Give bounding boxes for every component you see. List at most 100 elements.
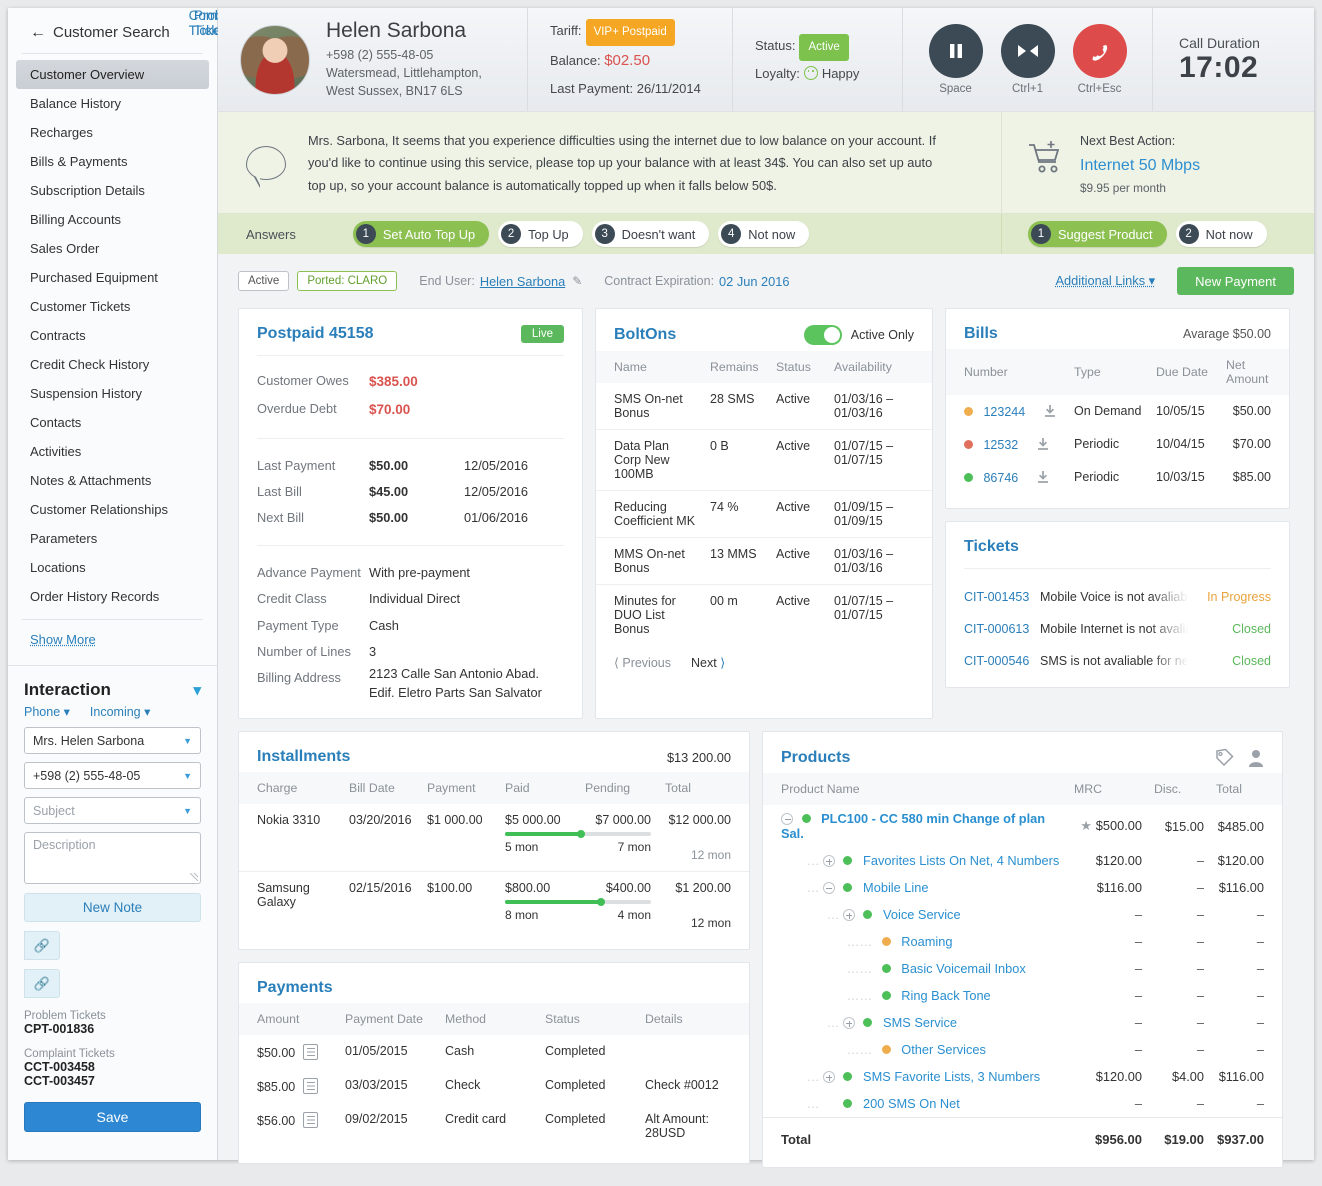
bill-number[interactable]: 12532 (983, 438, 1018, 452)
product-name[interactable]: PLC100 - CC 580 min Change of plan Sal. (781, 811, 1045, 841)
sidebar-item-parameters[interactable]: Parameters (16, 524, 209, 553)
sidebar-item-suspension-history[interactable]: Suspension History (16, 379, 209, 408)
answer-chip-top-up[interactable]: 2 Top Up (498, 221, 583, 248)
ticket-row[interactable]: CIT-000613 Mobile Internet is not avalia… (964, 613, 1271, 645)
download-icon[interactable] (1043, 404, 1057, 418)
bill-number[interactable]: 86746 (983, 471, 1018, 485)
sidebar-item-billing-accounts[interactable]: Billing Accounts (16, 205, 209, 234)
sidebar-item-contacts[interactable]: Contacts (16, 408, 209, 437)
interaction-direction-select[interactable]: Incoming ▾ (90, 704, 150, 719)
expand-toggle[interactable] (842, 909, 855, 922)
show-more-link[interactable]: Show More (8, 620, 118, 661)
ticket-id[interactable]: CIT-000546 (964, 654, 1040, 668)
sidebar-item-credit-check-history[interactable]: Credit Check History (16, 350, 209, 379)
pause-call-button[interactable]: Space (928, 24, 983, 95)
sidebar-item-recharges[interactable]: Recharges (16, 118, 209, 147)
new-note-button[interactable]: New Note (24, 893, 201, 922)
product-name[interactable]: Other Services (901, 1042, 986, 1057)
sidebar-item-purchased-equipment[interactable]: Purchased Equipment (16, 263, 209, 292)
chevron-down-icon: ▼ (183, 805, 192, 816)
col-payment-date: Payment Date (339, 1003, 439, 1036)
ticket-id[interactable]: CIT-001453 (964, 590, 1040, 604)
ticket-row[interactable]: CIT-001453 Mobile Voice is not avaliable… (964, 581, 1271, 613)
product-name[interactable]: Basic Voicemail Inbox (901, 961, 1025, 976)
product-name[interactable]: SMS Service (883, 1015, 957, 1030)
sidebar-item-locations[interactable]: Locations (16, 553, 209, 582)
pencil-icon[interactable]: ✎ (572, 274, 582, 288)
additional-links-dropdown[interactable]: Additional Links ▾ (1055, 273, 1155, 289)
problem-ticket-link-icon[interactable]: 🔗 (24, 931, 60, 960)
bill-number[interactable]: 123244 (983, 405, 1025, 419)
sidebar-item-activities[interactable]: Activities (16, 437, 209, 466)
transfer-call-button[interactable]: Ctrl+1 (1000, 24, 1055, 95)
next-page-button[interactable]: Next ⟩ (691, 655, 725, 670)
table-row: Nokia 3310 03/20/2016 $1 000.00 $5 000.0… (239, 804, 749, 872)
answer-chip-doesnt-want[interactable]: 3 Doesn't want (591, 221, 710, 248)
chevron-down-icon[interactable]: ▾ (193, 681, 201, 699)
status-dot (964, 407, 973, 417)
new-payment-button[interactable]: New Payment (1177, 267, 1294, 296)
nba-product-link[interactable]: Internet 50 Mbps (1080, 157, 1200, 175)
expand-toggle[interactable] (822, 1071, 835, 1084)
problem-ticket-id[interactable]: CPT-001836 (24, 1022, 201, 1036)
postpaid-title[interactable]: Postpaid 45158 (257, 325, 374, 343)
bolton-name[interactable]: Reducing Coefficient MK (596, 490, 704, 538)
save-button[interactable]: Save (24, 1102, 201, 1132)
complaint-ticket-id[interactable]: CCT-003458 (24, 1060, 201, 1074)
bolton-name[interactable]: MMS On-net Bonus (596, 537, 704, 585)
receipt-icon[interactable] (303, 1044, 319, 1061)
product-name[interactable]: Mobile Line (863, 880, 928, 895)
interaction-description-input[interactable]: Description (24, 832, 201, 884)
person-icon[interactable] (1248, 749, 1264, 767)
answer-label: Suggest Product (1058, 226, 1153, 242)
answer-chip-not-now[interactable]: 4 Not now (718, 221, 810, 248)
sidebar-item-order-history-records[interactable]: Order History Records (16, 582, 209, 611)
bolton-name[interactable]: Data Plan Corp New 100MB (596, 429, 704, 491)
answer-chip-nba-not-now[interactable]: 2 Not now (1175, 221, 1267, 248)
sidebar-item-contracts[interactable]: Contracts (16, 321, 209, 350)
sidebar-item-subscription-details[interactable]: Subscription Details (16, 176, 209, 205)
collapse-toggle[interactable] (822, 882, 835, 895)
answer-chip-suggest-product[interactable]: 1 Suggest Product (1028, 221, 1167, 248)
download-icon[interactable] (1036, 470, 1050, 484)
end-user-link[interactable]: Helen Sarbona (480, 274, 565, 289)
previous-page-button[interactable]: ⟨ Previous (614, 655, 671, 670)
sidebar-item-customer-relationships[interactable]: Customer Relationships (16, 495, 209, 524)
bolton-name[interactable]: Minutes for DUO List Bonus (596, 584, 704, 646)
sidebar-item-customer-overview[interactable]: Customer Overview (16, 60, 209, 89)
product-name[interactable]: Roaming (901, 934, 952, 949)
product-name[interactable]: 200 SMS On Net (863, 1096, 960, 1111)
expand-toggle[interactable] (842, 1017, 855, 1030)
bolton-name[interactable]: SMS On-net Bonus (596, 383, 704, 430)
product-total: $120.00 (1217, 853, 1264, 869)
active-only-toggle[interactable] (803, 325, 842, 346)
ticket-id[interactable]: CIT-000613 (964, 622, 1040, 636)
interaction-channel-select[interactable]: Phone ▾ (24, 704, 70, 719)
ticket-row[interactable]: CIT-000546 SMS is not avaliable for next… (964, 645, 1271, 677)
product-name[interactable]: Favorites Lists On Net, 4 Numbers (863, 853, 1059, 868)
expand-toggle[interactable] (822, 855, 835, 868)
product-disc: – (1196, 853, 1204, 869)
product-name[interactable]: Voice Service (883, 907, 961, 922)
interaction-subject-select[interactable]: Subject ▼ (24, 797, 201, 824)
hangup-call-button[interactable]: Ctrl+Esc (1072, 24, 1127, 95)
product-name[interactable]: Ring Back Tone (901, 988, 990, 1003)
sidebar-item-sales-order[interactable]: Sales Order (16, 234, 209, 263)
receipt-icon[interactable] (303, 1078, 319, 1095)
interaction-phone-select[interactable]: +598 (2) 555-48-05 ▼ (24, 762, 201, 789)
receipt-icon[interactable] (303, 1112, 319, 1129)
sidebar-item-notes-attachments[interactable]: Notes & Attachments (16, 466, 209, 495)
sidebar-item-balance-history[interactable]: Balance History (16, 89, 209, 118)
answer-chip-set-auto-top-up[interactable]: 1 Set Auto Top Up (352, 221, 490, 248)
back-to-customer-search[interactable]: ← Customer Search (8, 8, 217, 53)
detail-value: Individual Direct (369, 591, 461, 607)
sidebar-item-customer-tickets[interactable]: Customer Tickets (16, 292, 209, 321)
product-name[interactable]: SMS Favorite Lists, 3 Numbers (863, 1069, 1040, 1084)
collapse-toggle[interactable] (781, 813, 793, 826)
tag-icon[interactable] (1215, 748, 1234, 767)
interaction-contact-select[interactable]: Mrs. Helen Sarbona ▼ (24, 727, 201, 754)
complaint-ticket-id[interactable]: CCT-003457 (24, 1074, 201, 1088)
download-icon[interactable] (1036, 437, 1050, 451)
complaint-ticket-link-icon[interactable]: 🔗 (24, 969, 60, 998)
sidebar-item-bills-payments[interactable]: Bills & Payments (16, 147, 209, 176)
